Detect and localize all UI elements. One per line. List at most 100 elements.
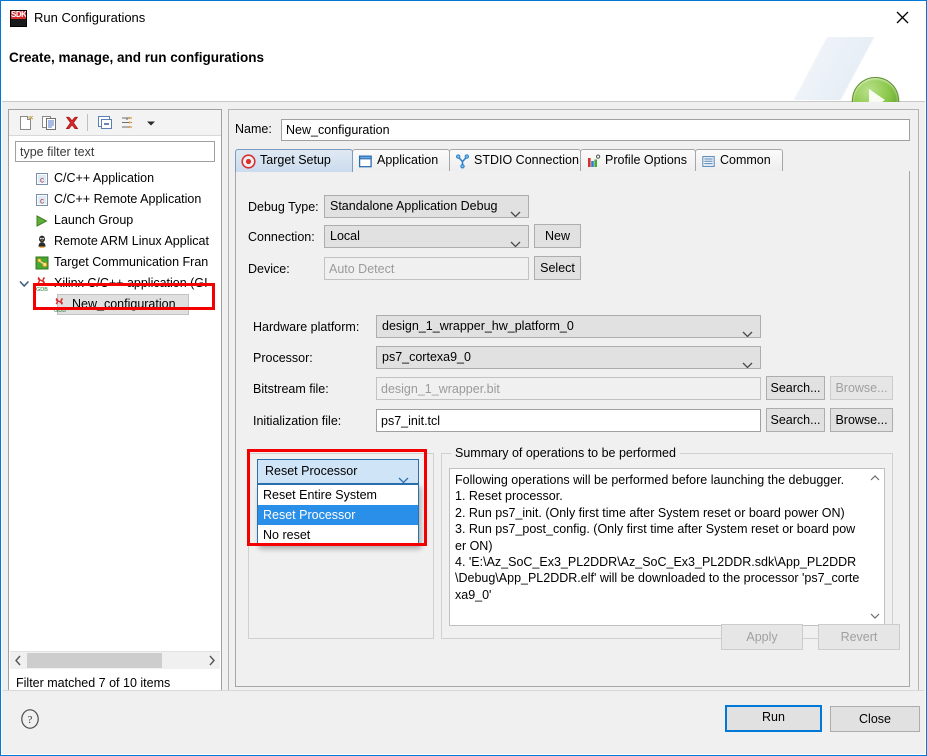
dialog-header: Create, manage, and run configurations [2,37,925,124]
cpp-remote-application-icon: c [34,192,50,208]
close-icon[interactable] [880,1,926,32]
tree-item-new-configuration[interactable]: GDB New_configuration [10,294,220,315]
tree-item-label: C/C++ Application [54,171,155,185]
svg-text:GDB: GDB [36,287,48,292]
delete-icon[interactable] [63,114,81,132]
dropdown-option-reset-entire-system[interactable]: Reset Entire System [258,485,418,505]
tree-item-cpp-remote-application[interactable]: c C/C++ Remote Application [10,189,220,210]
tab-label: Profile Options [605,153,687,167]
window-title: Run Configurations [34,10,146,25]
chevron-down-icon [742,324,753,337]
scroll-right-icon[interactable] [203,652,220,669]
select-device-button[interactable]: Select [534,256,581,280]
configuration-name-input[interactable] [281,119,910,141]
chevron-down-icon[interactable] [142,114,160,132]
tab-label: Target Setup [260,153,331,167]
tree-item-label: Target Communication Fran [54,255,209,269]
connection-combo[interactable]: Local [324,225,529,248]
svg-text:?: ? [28,714,33,726]
duplicate-icon[interactable] [40,114,58,132]
header-banner [745,37,925,100]
scroll-down-icon[interactable] [867,608,883,624]
tree-item-remote-arm-linux-application[interactable]: Remote ARM Linux Applicat [10,231,220,252]
tree-item-xilinx-cpp-application[interactable]: GDB Xilinx C/C++ application (GI [10,273,220,294]
scroll-thumb[interactable] [27,653,162,668]
scroll-up-icon[interactable] [867,470,883,486]
configurations-tree-panel: c C/C++ Application c C/C++ Remote Ap [8,109,222,694]
dialog-body: c C/C++ Application c C/C++ Remote Ap [2,102,925,754]
run-configurations-window: SDK Run Configurations Create, manage, a… [0,0,927,756]
run-button[interactable]: Run [725,705,822,732]
chevron-down-icon [510,234,521,247]
title-bar: SDK Run Configurations [1,1,926,37]
reset-type-value: Reset Processor [265,464,358,478]
summary-vertical-scrollbar[interactable] [867,470,883,624]
dialog-footer: ? Run Close [3,690,924,753]
tree-item-label: C/C++ Remote Application [54,192,202,206]
close-button[interactable]: Close [830,706,920,732]
revert-button[interactable]: Revert [818,624,900,650]
tree-item-cpp-application[interactable]: c C/C++ Application [10,168,220,189]
sdk-icon-text: SDK [11,10,27,19]
summary-text: Following operations will be performed b… [455,473,860,602]
svg-text:c: c [40,196,44,205]
new-connection-button[interactable]: New [534,224,581,248]
initialization-browse-button[interactable]: Browse... [830,408,893,432]
remote-arm-linux-icon [34,234,50,250]
collapse-all-icon[interactable] [96,114,114,132]
tab-profile-options[interactable]: Profile Options [580,149,696,172]
dropdown-option-reset-processor[interactable]: Reset Processor [258,505,418,525]
new-launch-configuration-icon[interactable] [17,114,35,132]
debug-type-value: Standalone Application Debug [330,199,498,213]
debug-type-label: Debug Type: [248,200,319,214]
tree-item-label: Remote ARM Linux Applicat [54,234,209,248]
name-label: Name: [235,122,272,136]
launch-group-icon [34,213,50,229]
tab-bar: Target Setup Application STDIO Connectio… [235,149,910,172]
tab-common[interactable]: Common [695,149,783,172]
tree-item-launch-group[interactable]: Launch Group [10,210,220,231]
tab-stdio-connection[interactable]: STDIO Connection [449,149,581,172]
profile-options-icon [586,154,601,169]
debug-type-combo[interactable]: Standalone Application Debug [324,195,529,218]
processor-value: ps7_cortexa9_0 [382,350,471,364]
filter-status-text: Filter matched 7 of 10 items [16,676,171,690]
configuration-editor-panel: Name: Target Setup [228,109,919,694]
initialization-search-button[interactable]: Search... [766,408,825,432]
summary-title: Summary of operations to be performed [451,446,680,460]
common-icon [701,154,716,169]
configurations-tree[interactable]: c C/C++ Application c C/C++ Remote Appli… [10,168,220,648]
apply-button[interactable]: Apply [721,624,803,650]
reset-type-combo[interactable]: Reset Processor [257,459,419,484]
summary-textarea[interactable]: Following operations will be performed b… [449,468,885,626]
initialization-file-input[interactable] [376,409,761,432]
hardware-platform-combo[interactable]: design_1_wrapper_hw_platform_0 [376,315,761,338]
tree-item-label: New_configuration [72,297,176,311]
device-input[interactable] [324,257,529,280]
bitstream-browse-button[interactable]: Browse... [830,376,893,400]
hardware-platform-value: design_1_wrapper_hw_platform_0 [382,319,574,333]
tree-item-label: Xilinx C/C++ application (GI [54,276,208,290]
chevron-down-icon [510,204,521,217]
scroll-left-icon[interactable] [10,652,27,669]
processor-combo[interactable]: ps7_cortexa9_0 [376,346,761,369]
filter-icon[interactable] [119,114,137,132]
name-row: Name: [235,119,910,141]
stdio-connection-icon [455,154,470,169]
filter-input[interactable] [15,141,215,162]
tree-horizontal-scrollbar[interactable] [10,651,220,669]
tab-application[interactable]: Application [352,149,450,172]
dropdown-option-no-reset[interactable]: No reset [258,525,418,545]
tab-target-setup[interactable]: Target Setup [235,149,353,172]
tab-label: Common [720,153,771,167]
help-question-icon[interactable]: ? [19,708,41,730]
processor-label: Processor: [253,351,313,365]
bitstream-search-button[interactable]: Search... [766,376,825,400]
expand-arrow-icon[interactable] [18,273,31,294]
svg-text:c: c [40,175,44,184]
bitstream-file-input[interactable] [376,377,761,400]
tree-toolbar [9,110,221,136]
tree-item-label: Launch Group [54,213,134,227]
tree-item-target-communication-framework[interactable]: Target Communication Fran [10,252,220,273]
reset-type-dropdown-list[interactable]: Reset Entire System Reset Processor No r… [257,484,419,546]
